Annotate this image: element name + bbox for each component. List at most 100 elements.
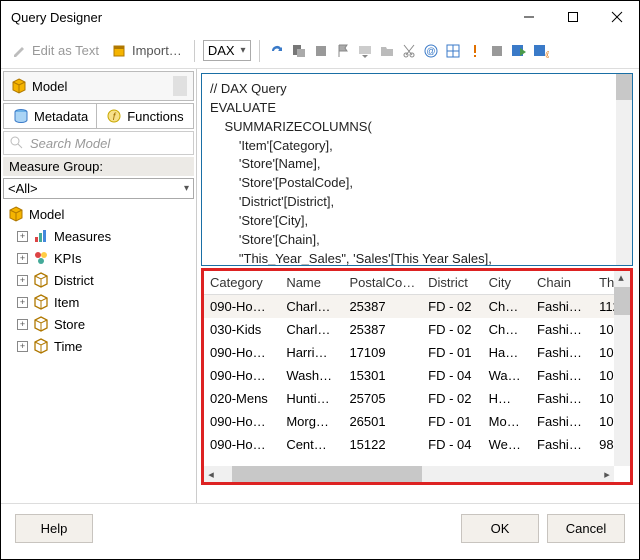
editor-scrollbar[interactable] bbox=[616, 74, 632, 265]
col-header[interactable]: Category bbox=[204, 271, 280, 295]
col-header[interactable]: Name bbox=[280, 271, 343, 295]
query-editor[interactable]: // DAX Query EVALUATE SUMMARIZECOLUMNS( … bbox=[201, 73, 633, 266]
folder-icon[interactable] bbox=[378, 42, 396, 60]
table-run-icon[interactable] bbox=[510, 42, 528, 60]
table-cell: FD - 02 bbox=[422, 295, 483, 319]
model-tree: Model + Measures + KPIs + District + Ite… bbox=[3, 203, 194, 501]
dimension-icon bbox=[32, 271, 50, 289]
tree-node-model[interactable]: Model bbox=[3, 203, 194, 225]
query-line: // DAX Query bbox=[210, 81, 287, 96]
stop-icon[interactable] bbox=[312, 42, 330, 60]
expand-icon[interactable]: + bbox=[17, 341, 28, 352]
col-header[interactable]: District bbox=[422, 271, 483, 295]
table-cell: Charl… bbox=[280, 295, 343, 319]
table-cell: Ha… bbox=[483, 341, 531, 364]
tree-label: Item bbox=[54, 295, 79, 310]
table-cell: 26501 bbox=[343, 410, 422, 433]
stop2-icon[interactable] bbox=[488, 42, 506, 60]
measure-group-select[interactable]: <All> ▾ bbox=[3, 178, 194, 199]
close-button[interactable] bbox=[595, 2, 639, 32]
table-row[interactable]: 030-KidsCharl…25387FD - 02Ch…Fashi…107 bbox=[204, 318, 630, 341]
table-row[interactable]: 020-MensHunti…25705FD - 02H…Fashi…100 bbox=[204, 387, 630, 410]
chevron-down-icon: ▾ bbox=[241, 45, 246, 56]
gripper[interactable] bbox=[173, 76, 187, 96]
table-mail-icon[interactable]: @ bbox=[532, 42, 550, 60]
table-cell: 030-Kids bbox=[204, 318, 280, 341]
tab-metadata-label: Metadata bbox=[34, 109, 88, 124]
separator bbox=[194, 40, 195, 62]
table-cell: 25387 bbox=[343, 318, 422, 341]
scroll-left-icon[interactable]: ◂ bbox=[204, 468, 218, 481]
edit-as-text-button[interactable]: Edit as Text bbox=[7, 40, 103, 62]
model-header[interactable]: Model bbox=[3, 71, 194, 101]
svg-text:@: @ bbox=[545, 50, 549, 59]
search-placeholder: Search Model bbox=[30, 136, 110, 151]
table-row[interactable]: 090-Ho…Morg…26501FD - 01Mo…Fashi…100 bbox=[204, 410, 630, 433]
table-cell: 090-Ho… bbox=[204, 341, 280, 364]
language-select[interactable]: DAX ▾ bbox=[203, 40, 251, 61]
table-cell: Ch… bbox=[483, 295, 531, 319]
results-grid[interactable]: Category Name PostalCode District City C… bbox=[204, 271, 630, 482]
tab-metadata[interactable]: Metadata bbox=[4, 104, 97, 128]
separator bbox=[259, 40, 260, 62]
expand-icon[interactable]: + bbox=[17, 253, 28, 264]
tree-node-item[interactable]: + Item bbox=[3, 291, 194, 313]
refresh-icon[interactable] bbox=[268, 42, 286, 60]
grid-icon[interactable] bbox=[444, 42, 462, 60]
tree-node-store[interactable]: + Store bbox=[3, 313, 194, 335]
table-cell: FD - 02 bbox=[422, 387, 483, 410]
window-title: Query Designer bbox=[11, 10, 507, 25]
grid-hscroll[interactable]: ◂ ▸ bbox=[204, 466, 614, 482]
pencil-icon bbox=[11, 42, 29, 60]
search-input[interactable]: Search Model bbox=[3, 131, 194, 155]
minimize-button[interactable] bbox=[507, 2, 551, 32]
query-line: "This_Year_Sales", 'Sales'[This Year Sal… bbox=[210, 251, 492, 266]
table-cell: We… bbox=[483, 433, 531, 456]
dimension-icon bbox=[32, 337, 50, 355]
measure-group-label: Measure Group: bbox=[3, 157, 194, 176]
table-cell: 17109 bbox=[343, 341, 422, 364]
col-header[interactable]: PostalCode bbox=[343, 271, 422, 295]
tree-node-time[interactable]: + Time bbox=[3, 335, 194, 357]
flag-icon[interactable] bbox=[334, 42, 352, 60]
tree-node-district[interactable]: + District bbox=[3, 269, 194, 291]
table-cell: FD - 04 bbox=[422, 364, 483, 387]
table-row[interactable]: 090-Ho…Harri…17109FD - 01Ha…Fashi…103 bbox=[204, 341, 630, 364]
tree-label: Measures bbox=[54, 229, 111, 244]
help-button[interactable]: Help bbox=[15, 514, 93, 543]
expand-icon[interactable]: + bbox=[17, 231, 28, 242]
cancel-button[interactable]: Cancel bbox=[547, 514, 625, 543]
query-line: 'Store'[PostalCode], bbox=[210, 175, 353, 190]
maximize-button[interactable] bbox=[551, 2, 595, 32]
tree-node-measures[interactable]: + Measures bbox=[3, 225, 194, 247]
cut-icon[interactable] bbox=[400, 42, 418, 60]
table-cell: Ch… bbox=[483, 318, 531, 341]
tab-functions[interactable]: f Functions bbox=[97, 104, 191, 128]
table-row[interactable]: 090-Ho…Charl…25387FD - 02Ch…Fashi…112 bbox=[204, 295, 630, 319]
expand-icon[interactable]: + bbox=[17, 319, 28, 330]
grid-vscroll[interactable]: ▴ bbox=[614, 271, 630, 466]
expand-icon[interactable]: + bbox=[17, 275, 28, 286]
tree-node-kpis[interactable]: + KPIs bbox=[3, 247, 194, 269]
execute-icon[interactable] bbox=[290, 42, 308, 60]
tree-label: Store bbox=[54, 317, 85, 332]
scroll-up-icon[interactable]: ▴ bbox=[614, 271, 628, 284]
ok-button[interactable]: OK bbox=[461, 514, 539, 543]
exclaim-icon[interactable] bbox=[466, 42, 484, 60]
measures-icon bbox=[32, 227, 50, 245]
col-header[interactable]: Chain bbox=[531, 271, 593, 295]
col-header[interactable]: City bbox=[483, 271, 531, 295]
table-row[interactable]: 090-Ho…Wash…15301FD - 04Wa…Fashi…102 bbox=[204, 364, 630, 387]
expand-icon[interactable]: + bbox=[17, 297, 28, 308]
table-cell: Wa… bbox=[483, 364, 531, 387]
table-cell: 090-Ho… bbox=[204, 364, 280, 387]
mail-at-icon[interactable]: @ bbox=[422, 42, 440, 60]
table-row[interactable]: 090-Ho…Cent…15122FD - 04We…Fashi…984 bbox=[204, 433, 630, 456]
dropdown-icon[interactable] bbox=[356, 42, 374, 60]
import-button[interactable]: Import… bbox=[107, 40, 186, 62]
table-cell: 020-Mens bbox=[204, 387, 280, 410]
table-cell: Wash… bbox=[280, 364, 343, 387]
scroll-right-icon[interactable]: ▸ bbox=[600, 468, 614, 481]
kpis-icon bbox=[32, 249, 50, 267]
query-line: 'Store'[Chain], bbox=[210, 232, 320, 247]
